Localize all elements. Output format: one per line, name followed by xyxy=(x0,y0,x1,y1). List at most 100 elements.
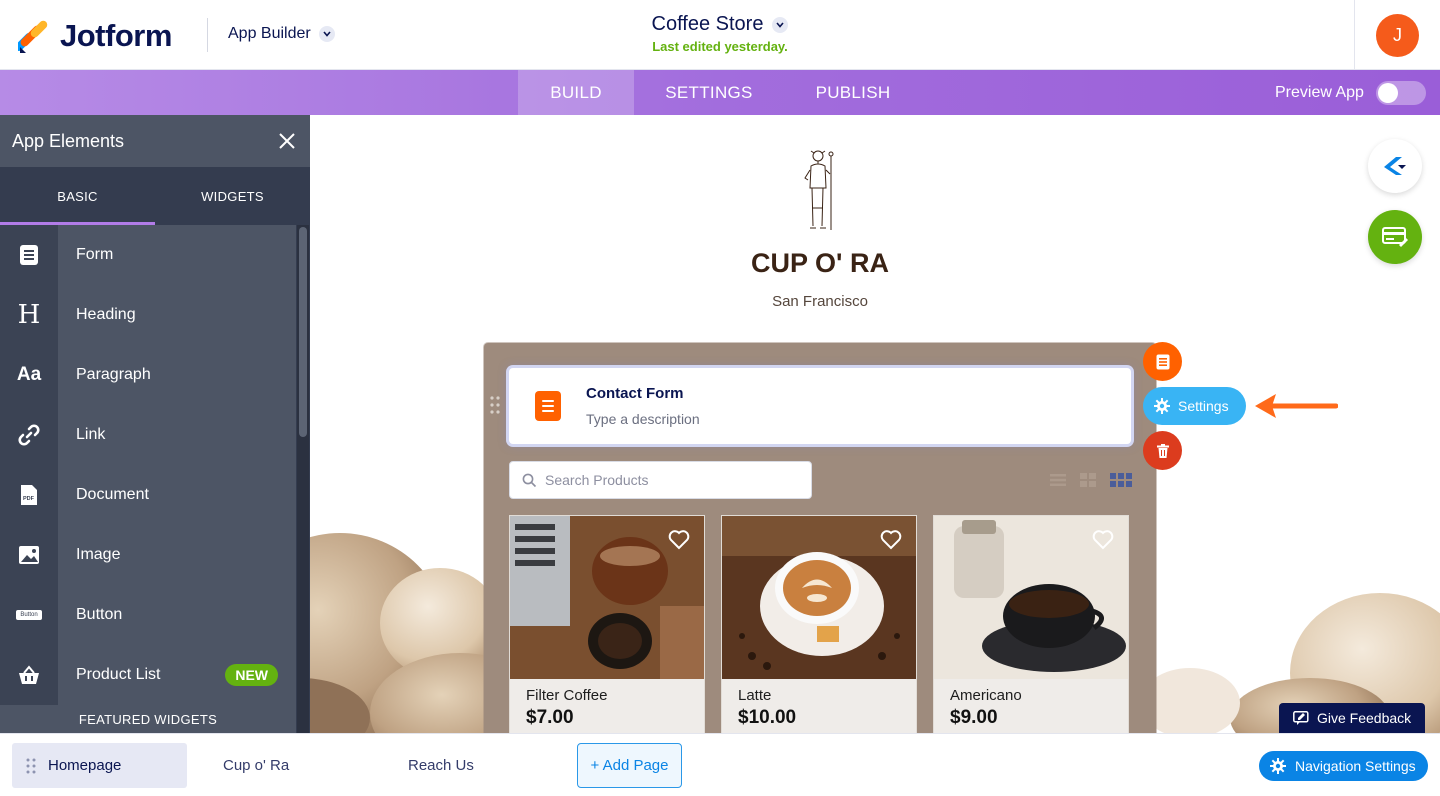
element-label: Link xyxy=(58,404,296,465)
panel-title: App Elements xyxy=(12,130,125,151)
give-feedback-button[interactable]: Give Feedback xyxy=(1279,703,1425,733)
settings-label: Settings xyxy=(1178,398,1229,414)
list-view-icon[interactable] xyxy=(1050,473,1066,487)
featured-widgets-heading: FEATURED WIDGETS xyxy=(0,705,296,733)
paragraph-icon: Aa xyxy=(0,344,58,405)
store-city-text: San Francisco xyxy=(772,293,868,310)
navigation-settings-button[interactable]: Navigation Settings xyxy=(1259,751,1428,781)
element-label: Form xyxy=(58,224,296,285)
element-label-text: Product List xyxy=(76,665,161,683)
document-icon: PDF xyxy=(0,464,58,525)
give-feedback-label: Give Feedback xyxy=(1317,710,1412,726)
payment-settings-button[interactable] xyxy=(1368,210,1422,264)
pages-bar: Homepage Cup o' Ra Reach Us + Add Page N… xyxy=(0,733,1440,796)
add-page-button[interactable]: + Add Page xyxy=(577,743,682,788)
product-name: Latte xyxy=(738,687,772,704)
element-label: Button xyxy=(58,584,296,645)
tab-publish[interactable]: PUBLISH xyxy=(800,70,906,115)
drag-handle-icon[interactable] xyxy=(26,758,36,774)
favorite-heart-icon[interactable] xyxy=(880,530,902,550)
tab-basic[interactable]: BASIC xyxy=(0,167,155,225)
grid-view-icon[interactable] xyxy=(1080,473,1096,487)
tab-settings[interactable]: SETTINGS xyxy=(648,70,770,115)
app-title-dropdown[interactable]: Coffee Store xyxy=(652,13,789,36)
tab-widgets[interactable]: WIDGETS xyxy=(155,167,310,225)
product-name: Filter Coffee xyxy=(526,687,608,704)
element-label: Image xyxy=(58,524,296,585)
element-settings-button[interactable]: Settings xyxy=(1143,387,1246,425)
element-label: Heading xyxy=(58,284,296,345)
search-products-input[interactable]: Search Products xyxy=(509,461,812,499)
element-heading[interactable]: H Heading xyxy=(0,284,296,345)
chevron-down-icon xyxy=(318,26,335,42)
basket-icon xyxy=(0,644,58,705)
app-canvas: CUP O' RA San Francisco Contact Form Typ… xyxy=(310,115,1440,733)
paint-roller-icon xyxy=(1384,157,1406,175)
avatar-divider xyxy=(1354,0,1355,70)
drag-handle-icon[interactable] xyxy=(489,395,501,415)
contact-form-title: Contact Form xyxy=(586,385,684,402)
product-price: $9.00 xyxy=(950,707,998,728)
element-link[interactable]: Link xyxy=(0,404,296,465)
last-edited-status: Last edited yesterday. xyxy=(652,39,788,54)
element-label: Paragraph xyxy=(58,344,296,405)
tab-build[interactable]: BUILD xyxy=(518,70,634,115)
page-tab-reach-us[interactable]: Reach Us xyxy=(408,743,474,788)
product-card[interactable]: Latte $10.00 xyxy=(721,515,917,733)
page-tab-label: Homepage xyxy=(48,757,122,774)
navigation-settings-label: Navigation Settings xyxy=(1295,758,1416,774)
element-paragraph[interactable]: Aa Paragraph xyxy=(0,344,296,405)
favorite-heart-icon[interactable] xyxy=(668,530,690,550)
pharaoh-logo-icon xyxy=(804,150,834,230)
panel-scrollbar[interactable] xyxy=(297,225,309,733)
button-icon: Button xyxy=(0,584,58,645)
product-card[interactable]: Filter Coffee $7.00 xyxy=(509,515,705,733)
app-title-block: Coffee Store Last edited yesterday. xyxy=(0,13,1440,54)
element-product-list[interactable]: Product List NEW xyxy=(0,644,296,705)
credit-card-icon xyxy=(1382,227,1408,247)
contact-form-description[interactable]: Type a description xyxy=(586,411,700,427)
orange-arrow-indicator xyxy=(1255,394,1338,418)
panel-tabs: BASIC WIDGETS xyxy=(0,167,310,225)
jotform-logo-icon xyxy=(18,20,48,53)
scrollbar-thumb[interactable] xyxy=(299,227,307,437)
element-document[interactable]: PDF Document xyxy=(0,464,296,525)
trash-icon xyxy=(1156,443,1169,458)
top-header: Jotform App Builder Coffee Store Last ed… xyxy=(0,0,1440,70)
element-form[interactable]: Form xyxy=(0,224,296,285)
app-designer-button[interactable] xyxy=(1368,139,1422,193)
element-button[interactable]: Button Button xyxy=(0,584,296,645)
contact-form-element[interactable]: Contact Form Type a description xyxy=(509,368,1131,444)
preview-app-label: Preview App xyxy=(1275,83,1364,101)
delete-element-button[interactable] xyxy=(1143,431,1182,470)
close-icon[interactable] xyxy=(278,132,296,150)
store-name-heading: CUP O' RA xyxy=(751,248,889,278)
view-toggle-group xyxy=(1050,473,1132,487)
product-list-element[interactable]: Contact Form Type a description Search P… xyxy=(484,343,1156,733)
builder-nav-bar: BUILD SETTINGS PUBLISH Preview App xyxy=(0,70,1440,115)
logo-wordmark: Jotform xyxy=(60,18,172,53)
page-tab-homepage[interactable]: Homepage xyxy=(12,743,187,788)
compact-grid-view-icon[interactable] xyxy=(1110,473,1132,487)
preview-app-toggle[interactable] xyxy=(1375,80,1426,105)
app-builder-label: App Builder xyxy=(228,25,311,42)
chevron-down-icon xyxy=(772,16,789,33)
heading-icon: H xyxy=(0,284,58,345)
preview-app-control: Preview App xyxy=(1275,70,1426,115)
app-builder-dropdown[interactable]: App Builder xyxy=(228,25,335,43)
toggle-knob xyxy=(1377,82,1398,103)
user-avatar[interactable]: J xyxy=(1376,14,1419,57)
product-card[interactable]: Americano $9.00 xyxy=(933,515,1129,733)
jotform-logo[interactable]: Jotform xyxy=(18,18,172,54)
search-placeholder: Search Products xyxy=(545,472,649,488)
image-icon xyxy=(0,524,58,585)
search-icon xyxy=(522,473,537,487)
app-title: Coffee Store xyxy=(651,13,764,35)
link-icon xyxy=(0,404,58,465)
element-image[interactable]: Image xyxy=(0,524,296,585)
gear-icon xyxy=(1270,758,1286,774)
favorite-heart-icon[interactable] xyxy=(1092,530,1114,550)
page-tab-cup-o-ra[interactable]: Cup o' Ra xyxy=(223,743,289,788)
element-label: Document xyxy=(58,464,296,525)
edit-form-button[interactable] xyxy=(1143,342,1182,381)
